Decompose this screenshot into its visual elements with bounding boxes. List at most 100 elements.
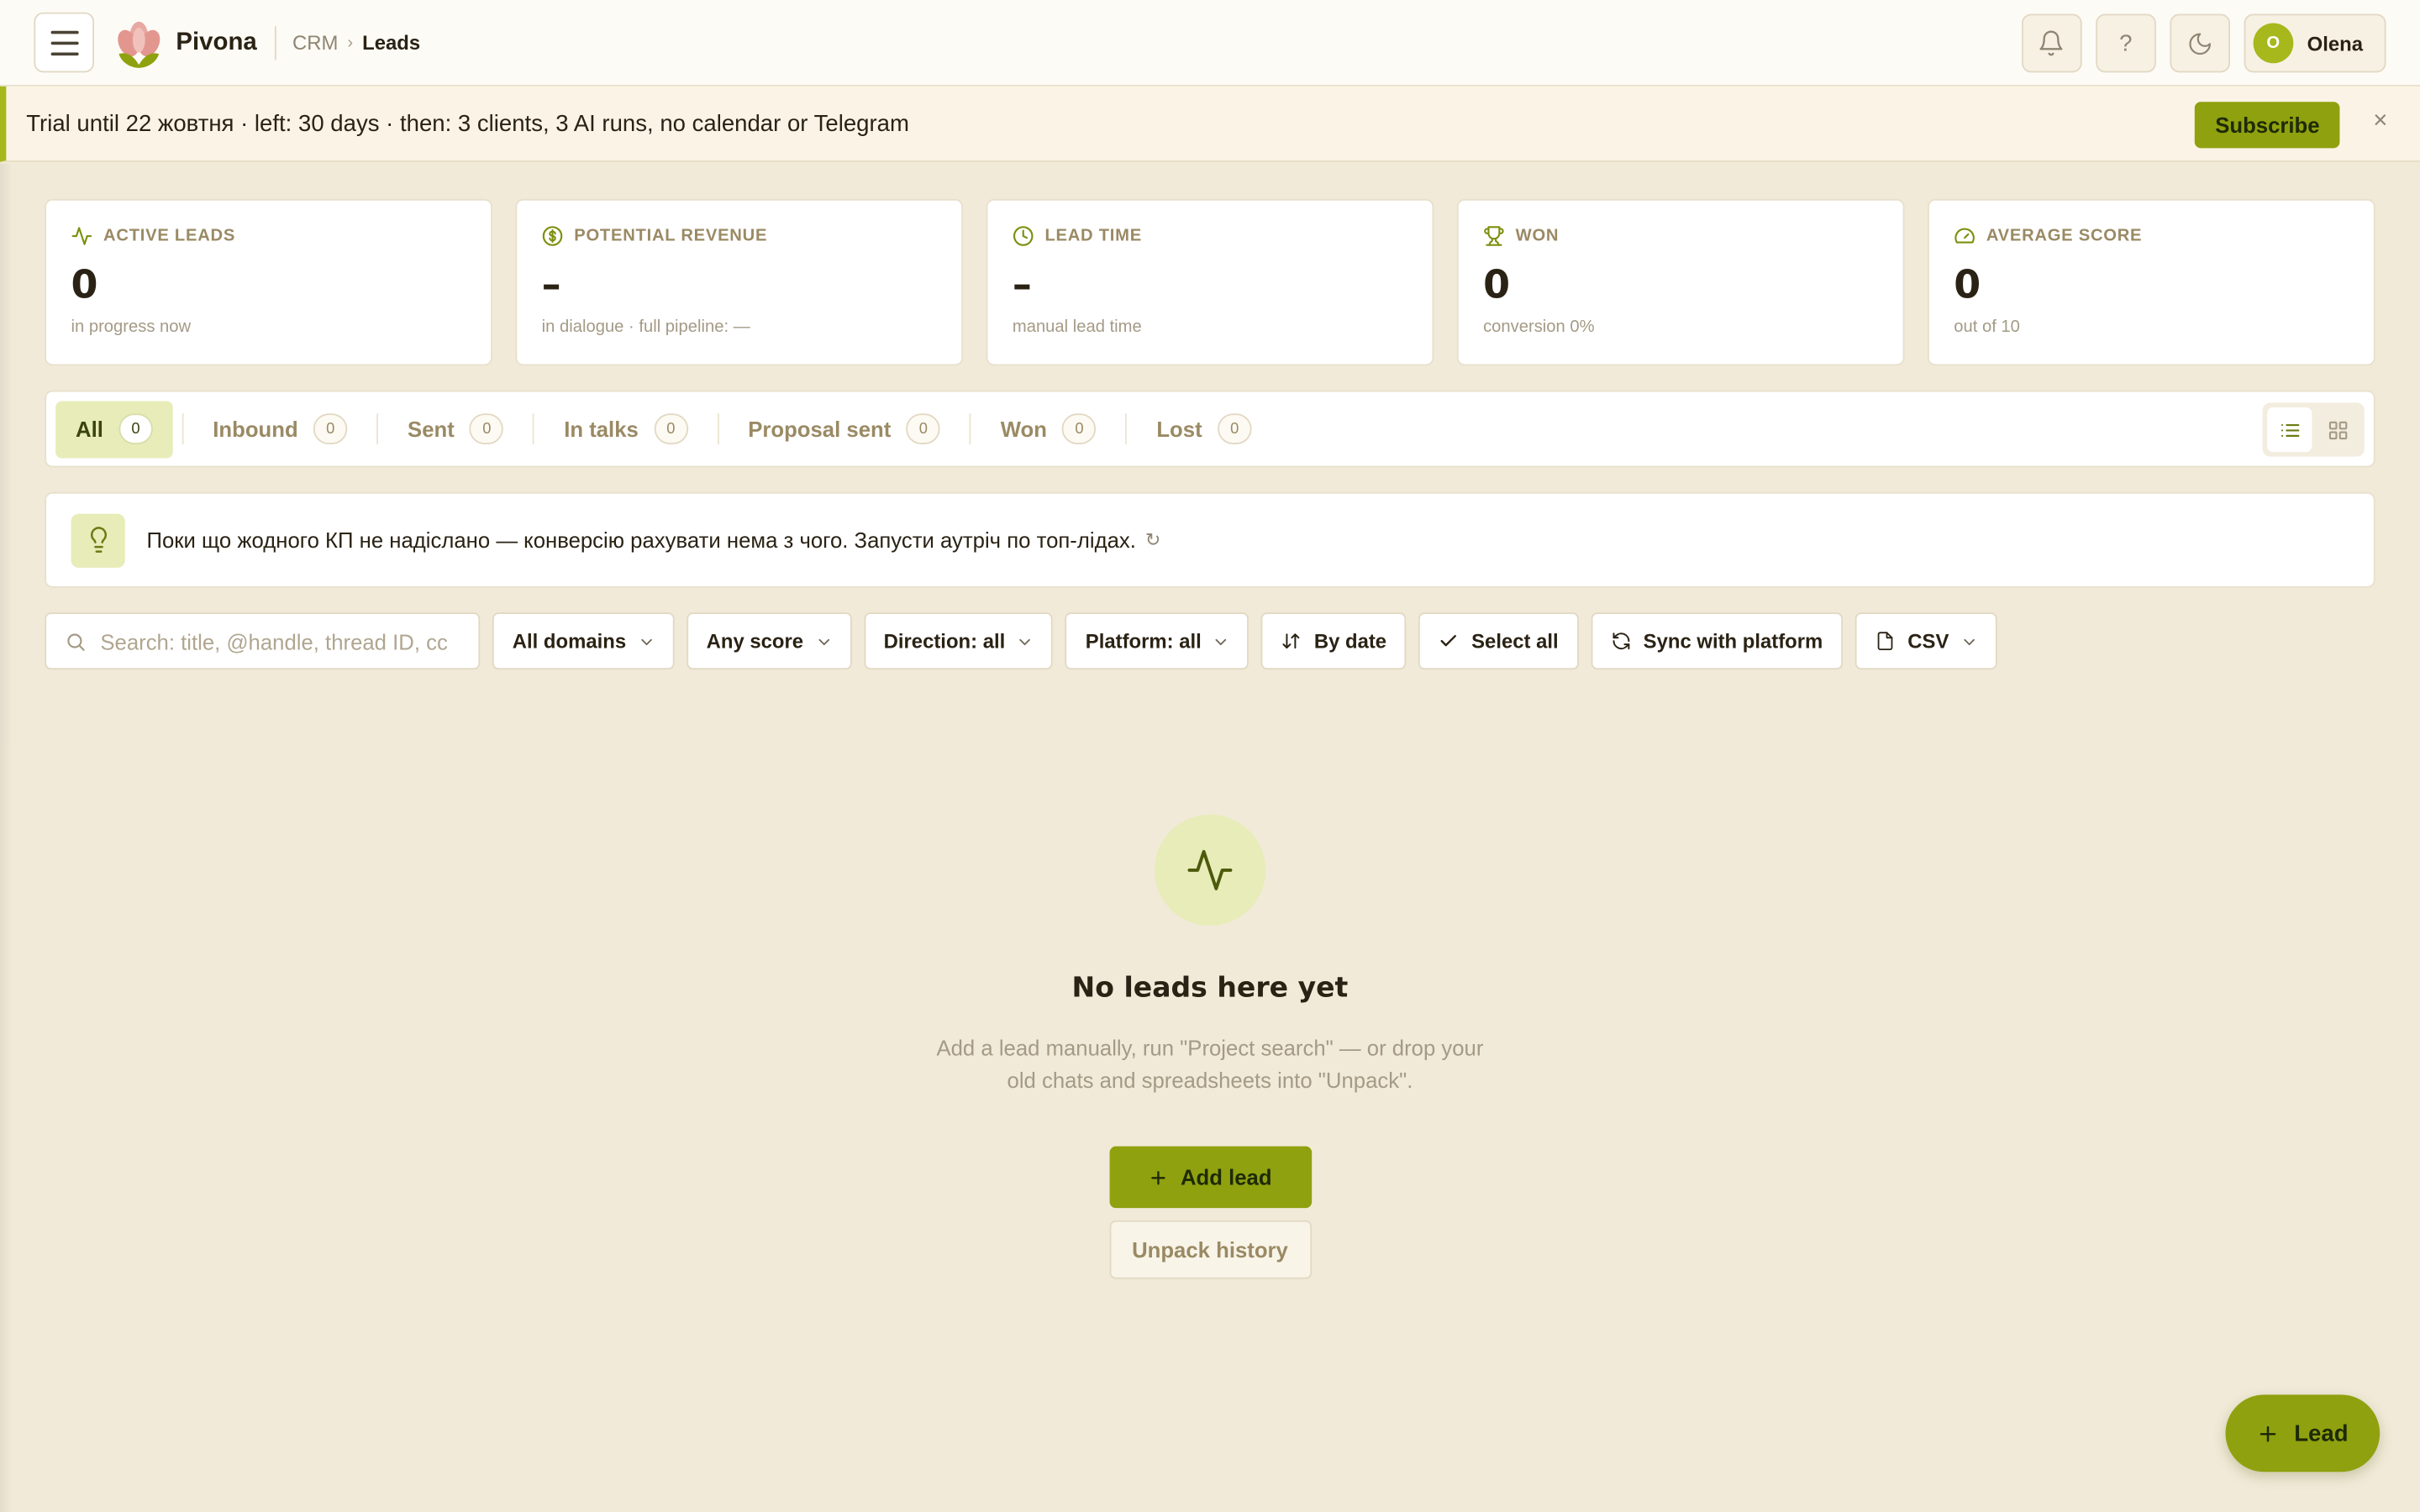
stat-label: AVERAGE SCORE xyxy=(1986,226,2143,246)
stat-sub: out of 10 xyxy=(1954,318,2020,337)
dropdown-label: Direction: all xyxy=(883,629,1006,653)
platform-dropdown[interactable]: Platform: all xyxy=(1065,612,1249,670)
tab-sent[interactable]: Sent 0 xyxy=(387,401,523,458)
divider xyxy=(533,413,535,444)
dropdown-label: Any score xyxy=(706,629,804,653)
tab-label: In talks xyxy=(564,416,639,442)
breadcrumb-leads: Leads xyxy=(362,30,421,55)
empty-state-title: No leads here yet xyxy=(1071,972,1349,1005)
grid-icon xyxy=(2328,420,2347,439)
count-badge: 0 xyxy=(313,413,348,444)
empty-state: No leads here yet Add a lead manually, r… xyxy=(0,814,2420,1279)
search-box xyxy=(45,612,481,670)
tab-all[interactable]: All 0 xyxy=(55,400,173,458)
check-icon xyxy=(1441,634,1457,647)
stat-value: – xyxy=(541,262,561,307)
list-icon xyxy=(2281,423,2299,437)
grid-view-button[interactable] xyxy=(2315,407,2360,452)
new-lead-fab[interactable]: Lead xyxy=(2225,1394,2381,1473)
count-badge: 0 xyxy=(470,413,504,444)
breadcrumb-crm[interactable]: CRM xyxy=(292,31,338,55)
menu-button[interactable] xyxy=(34,12,95,73)
tab-inbound[interactable]: Inbound 0 xyxy=(192,401,367,458)
trial-banner-text: Trial until 22 жовтня · left: 30 days · … xyxy=(26,110,909,137)
unpack-history-button[interactable]: Unpack history xyxy=(1108,1220,1312,1279)
stat-label: ACTIVE LEADS xyxy=(103,226,236,246)
search-input[interactable] xyxy=(100,628,455,654)
direction-dropdown[interactable]: Direction: all xyxy=(863,612,1054,670)
app-root: Pivona CRM › Leads ? O Olena Trial until… xyxy=(0,0,2420,1512)
divider xyxy=(969,413,971,444)
hint-text: Поки що жодного КП не надіслано — конвер… xyxy=(146,528,1136,553)
fab-label: Lead xyxy=(2294,1420,2349,1446)
close-icon[interactable]: × xyxy=(2373,108,2387,136)
notifications-button[interactable] xyxy=(2021,13,2082,73)
subscribe-button[interactable]: Subscribe xyxy=(2195,102,2340,149)
count-badge: 0 xyxy=(654,413,688,444)
stats-row: ACTIVE LEADS 0 in progress now POTENTIAL… xyxy=(0,162,2420,366)
select-all-button[interactable]: Select all xyxy=(1418,612,1579,670)
divider xyxy=(717,413,719,444)
tab-won[interactable]: Won 0 xyxy=(981,401,1117,458)
stat-card-potential-revenue: POTENTIAL REVENUE – in dialogue · full p… xyxy=(515,198,964,366)
help-button[interactable]: ? xyxy=(2096,13,2156,73)
tab-label: Inbound xyxy=(213,416,298,442)
moon-icon xyxy=(2189,32,2211,55)
stat-sub: manual lead time xyxy=(1012,318,1142,337)
sync-button[interactable]: Sync with platform xyxy=(1591,612,1844,670)
filters-bar: All domains Any score Direction: all Pla… xyxy=(45,612,2375,670)
tab-lost[interactable]: Lost 0 xyxy=(1136,401,1271,458)
stat-card-active-leads: ACTIVE LEADS 0 in progress now xyxy=(45,198,492,366)
list-view-button[interactable] xyxy=(2267,407,2312,453)
tab-label: Proposal sent xyxy=(748,416,892,442)
avatar: O xyxy=(2253,23,2294,64)
dropdown-label: All domains xyxy=(512,629,627,653)
stat-sub: in dialogue · full pipeline: — xyxy=(541,318,750,337)
count-badge: 0 xyxy=(906,413,941,444)
hint-banner: Поки що жодного КП не надіслано — конвер… xyxy=(45,491,2375,588)
app-logo[interactable]: Pivona xyxy=(113,16,257,68)
csv-dropdown[interactable]: CSV xyxy=(1854,612,1997,670)
stat-value: 0 xyxy=(1483,262,1511,307)
activity-icon xyxy=(1187,849,1233,890)
sync-icon xyxy=(1612,633,1630,650)
user-menu-button[interactable]: O Olena xyxy=(2244,13,2386,73)
empty-state-description: Add a lead manually, run "Project search… xyxy=(936,1035,1484,1093)
divider xyxy=(1125,413,1128,444)
theme-toggle-button[interactable] xyxy=(2170,13,2230,73)
tab-label: Sent xyxy=(408,416,455,442)
stat-value: – xyxy=(1012,262,1032,307)
trophy-icon xyxy=(1484,226,1504,246)
sort-label: By date xyxy=(1313,629,1387,653)
lightbulb-icon xyxy=(90,527,107,553)
count-badge: 0 xyxy=(1062,413,1097,444)
lotus-logo-icon xyxy=(118,20,160,67)
add-lead-label: Add lead xyxy=(1180,1164,1272,1190)
left-edge-shadow xyxy=(0,163,13,1512)
gauge-icon xyxy=(1954,228,1975,244)
tab-label: Won xyxy=(1000,416,1047,442)
stat-card-lead-time: LEAD TIME – manual lead time xyxy=(986,198,1434,366)
chevron-down-icon xyxy=(1216,638,1227,645)
plus-icon xyxy=(2260,1425,2277,1441)
sort-button[interactable]: By date xyxy=(1261,612,1407,670)
score-dropdown[interactable]: Any score xyxy=(686,612,852,670)
view-toggle xyxy=(2262,402,2365,457)
top-header: Pivona CRM › Leads ? O Olena xyxy=(0,0,2420,87)
dropdown-label: Platform: all xyxy=(1085,629,1202,653)
stat-card-average-score: AVERAGE SCORE 0 out of 10 xyxy=(1928,198,2375,366)
domains-dropdown[interactable]: All domains xyxy=(492,612,675,670)
sort-arrows-icon xyxy=(1283,633,1301,649)
app-name: Pivona xyxy=(176,28,257,55)
activity-icon xyxy=(71,227,92,245)
tab-proposal-sent[interactable]: Proposal sent 0 xyxy=(728,401,960,458)
add-lead-button[interactable]: Add lead xyxy=(1108,1146,1312,1209)
tab-label: All xyxy=(75,416,103,442)
chevron-down-icon xyxy=(1019,638,1031,645)
stat-sub: conversion 0% xyxy=(1483,318,1595,337)
hint-icon-box xyxy=(71,512,125,567)
refresh-icon[interactable]: ↻ xyxy=(1145,529,1160,551)
tab-in-talks[interactable]: In talks 0 xyxy=(544,401,708,458)
csv-label: CSV xyxy=(1907,629,1949,653)
plus-icon xyxy=(1151,1170,1165,1184)
